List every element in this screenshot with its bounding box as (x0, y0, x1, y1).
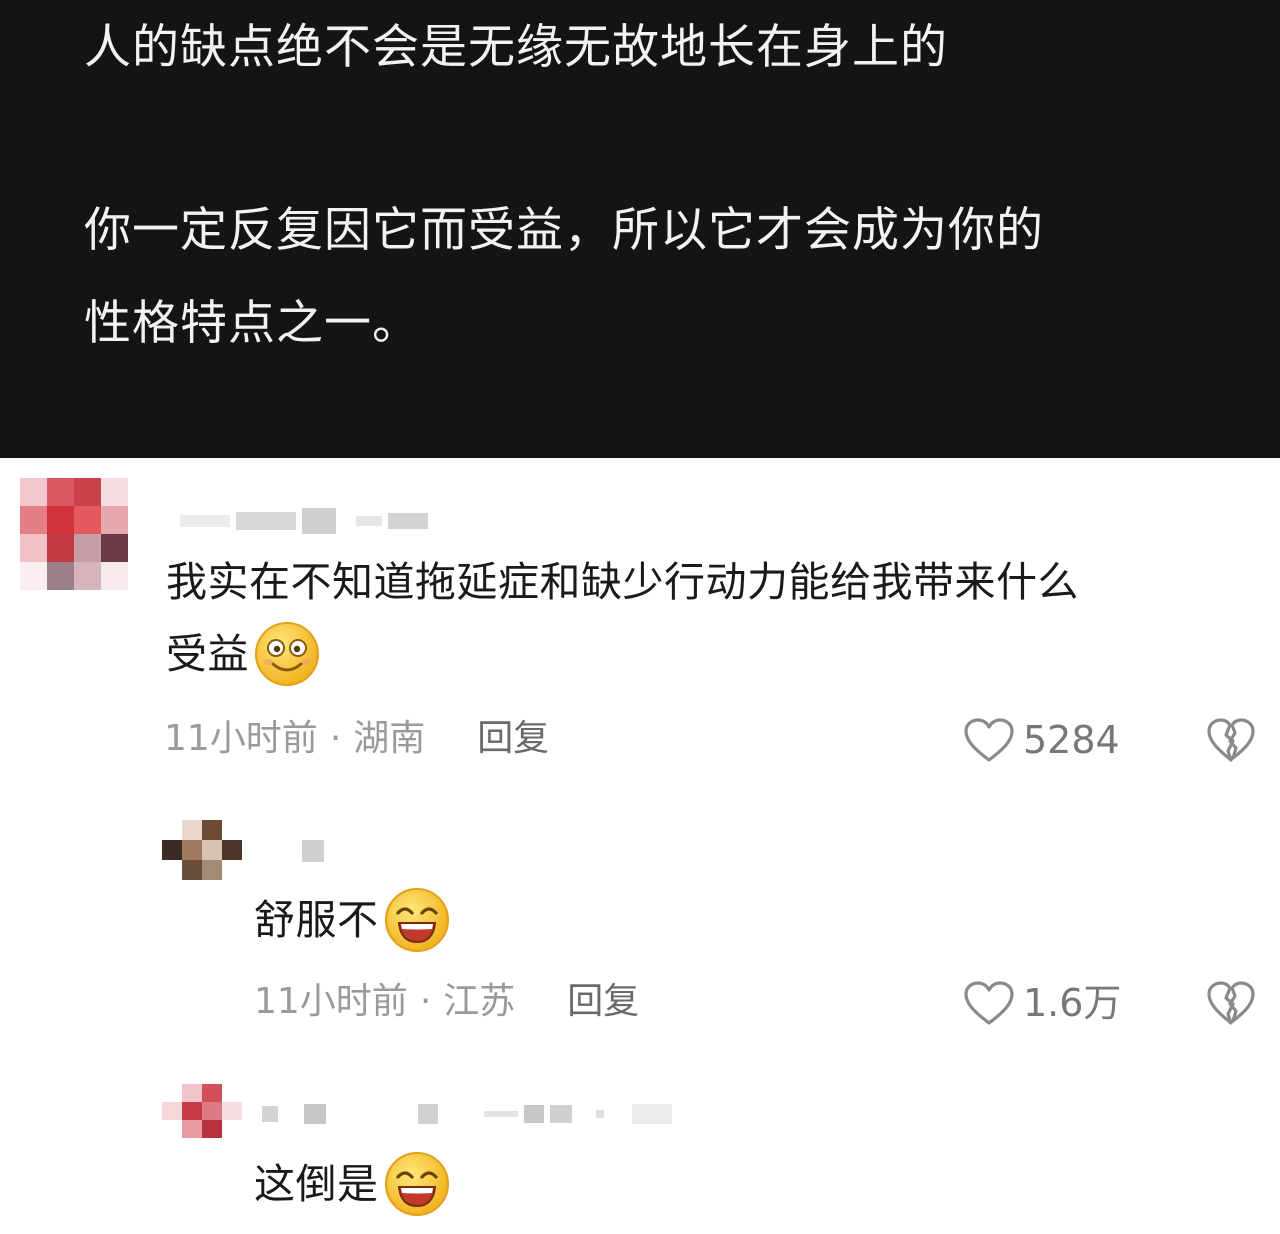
heart-icon (964, 718, 1014, 762)
avatar[interactable] (162, 820, 242, 880)
like-button[interactable]: 5284 (963, 717, 1120, 763)
comment-text-line-1: 我实在不知道拖延症和缺少行动力能给我带来什么 (166, 558, 1079, 606)
comment-meta: 11小时前 · 江苏 回复 (254, 980, 639, 1024)
avatar[interactable] (20, 478, 128, 590)
comment-location: 江苏 (443, 981, 516, 1022)
comment-text-line-2: 受益 (166, 630, 249, 678)
grinning-face-emoji (384, 888, 449, 952)
comment-text: 舒服不 (254, 884, 451, 956)
post-text-line-3: 性格特点之一。 (84, 296, 420, 351)
post-quote-panel: 人的缺点绝不会是无缘无故地长在身上的 你一定反复因它而受益，所以它才会成为你的 … (0, 0, 1280, 458)
smiling-face-emoji (255, 622, 319, 686)
heart-icon (964, 981, 1014, 1025)
grinning-face-emoji (384, 1152, 449, 1216)
post-text-line-2: 你一定反复因它而受益，所以它才会成为你的 (84, 203, 1044, 258)
meta-separator: · (419, 981, 432, 1022)
avatar[interactable] (162, 1084, 242, 1138)
comment-section: 我实在不知道拖延症和缺少行动力能给我带来什么 受益 11小时前 · 湖南 回复 (0, 458, 1280, 1234)
broken-heart-icon[interactable] (1206, 980, 1256, 1026)
meta-separator: · (329, 718, 342, 759)
comment-meta: 11小时前 · 湖南 回复 (164, 717, 549, 761)
like-button[interactable]: 1.6万 (963, 980, 1121, 1026)
like-count: 5284 (1023, 718, 1120, 762)
comment-text: 我实在不知道拖延症和缺少行动力能给我带来什么 受益 (166, 546, 1256, 690)
username-redacted[interactable] (302, 840, 324, 862)
comment-location: 湖南 (353, 718, 426, 759)
reply-button[interactable]: 回复 (567, 980, 639, 1024)
reply-button[interactable]: 回复 (477, 717, 549, 761)
username-redacted[interactable] (262, 1104, 672, 1124)
comment-time: 11小时前 (254, 981, 408, 1022)
comment-time: 11小时前 (164, 718, 318, 759)
post-text-line-1: 人的缺点绝不会是无缘无故地长在身上的 (84, 20, 948, 75)
broken-heart-icon[interactable] (1206, 717, 1256, 763)
like-count: 1.6万 (1023, 981, 1122, 1025)
username-redacted[interactable] (180, 508, 428, 534)
comment-text: 这倒是 (254, 1148, 451, 1220)
